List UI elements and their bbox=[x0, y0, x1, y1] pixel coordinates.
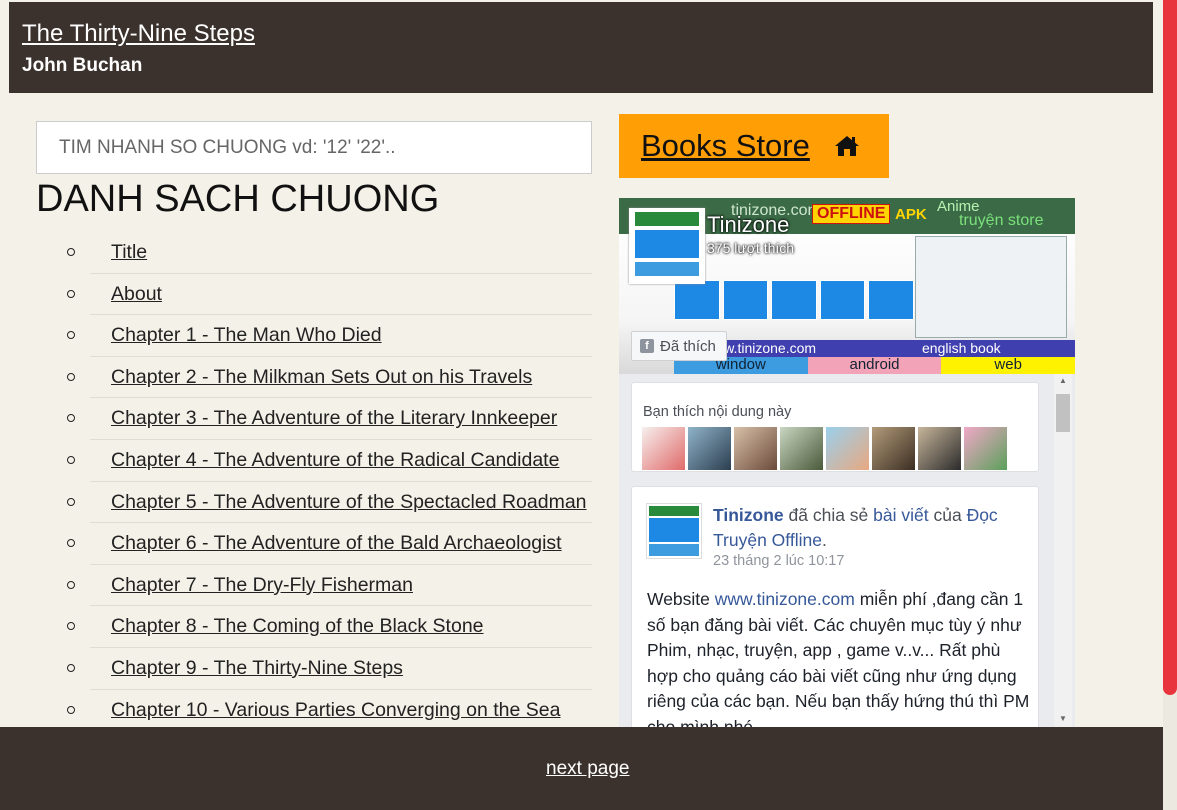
list-item: Chapter 5 - The Adventure of the Spectac… bbox=[67, 482, 592, 524]
friends-like-card: Bạn thích nội dung này bbox=[631, 382, 1039, 472]
friend-avatar[interactable] bbox=[780, 427, 823, 470]
cover-english-text: english book bbox=[922, 340, 1001, 356]
feed-scrollbar[interactable]: ▲ ▼ bbox=[1054, 374, 1072, 728]
post-body-text: miễn phí ,đang cần 1 số bạn đăng bài viế… bbox=[647, 589, 1030, 728]
facebook-cover-image[interactable]: tinizone.com OFFLINE APK Anime truyện st… bbox=[619, 198, 1075, 374]
post-author-avatar[interactable] bbox=[646, 503, 702, 559]
list-item: Chapter 8 - The Coming of the Black Ston… bbox=[67, 606, 592, 648]
next-page-link[interactable]: next page bbox=[546, 758, 629, 780]
chapter-link[interactable]: Chapter 8 - The Coming of the Black Ston… bbox=[111, 615, 484, 638]
chapter-link[interactable]: Chapter 7 - The Dry-Fly Fisherman bbox=[111, 574, 413, 597]
bullet-icon bbox=[67, 539, 75, 548]
bullet-icon bbox=[67, 622, 75, 631]
cover-truyen-text: truyện store bbox=[959, 212, 1044, 229]
friend-avatar[interactable] bbox=[918, 427, 961, 470]
chapter-link[interactable]: Chapter 5 - The Adventure of the Spectac… bbox=[111, 491, 587, 514]
list-item: Chapter 6 - The Adventure of the Bald Ar… bbox=[67, 523, 592, 565]
bullet-icon bbox=[67, 580, 75, 589]
facebook-like-count: 375 lượt thích bbox=[707, 240, 795, 256]
bullet-icon bbox=[67, 372, 75, 381]
cover-apk-text: APK bbox=[895, 206, 927, 223]
cover-url-bar: www.tinizone.com english book bbox=[674, 340, 1075, 357]
page-header: The Thirty-Nine Steps John Buchan bbox=[9, 2, 1153, 93]
chapter-search-input[interactable] bbox=[36, 121, 592, 174]
friend-avatar[interactable] bbox=[688, 427, 731, 470]
list-item: Chapter 9 - The Thirty-Nine Steps bbox=[67, 648, 592, 690]
book-title-link[interactable]: The Thirty-Nine Steps bbox=[22, 20, 255, 48]
list-item: About bbox=[67, 274, 592, 316]
chapter-link[interactable]: Chapter 3 - The Adventure of the Literar… bbox=[111, 407, 557, 430]
list-item: Chapter 1 - The Man Who Died bbox=[67, 315, 592, 357]
bullet-icon bbox=[67, 414, 75, 423]
cover-platform-bar: window android web bbox=[674, 357, 1075, 374]
bullet-icon bbox=[67, 497, 75, 506]
chapter-list-heading: DANH SACH CHUONG bbox=[36, 178, 440, 220]
post-of-text: của bbox=[928, 505, 967, 525]
facebook-liked-button[interactable]: f Đã thích bbox=[631, 331, 727, 361]
list-item: Chapter 7 - The Dry-Fly Fisherman bbox=[67, 565, 592, 607]
bullet-icon bbox=[67, 663, 75, 672]
post-header: Tinizone đã chia sẻ bài viết của Đọc Tru… bbox=[713, 503, 1033, 553]
post-timestamp[interactable]: 23 tháng 2 lúc 10:17 bbox=[713, 553, 844, 569]
facebook-page-name[interactable]: Tinizone bbox=[707, 212, 789, 238]
facebook-page-widget: tinizone.com OFFLINE APK Anime truyện st… bbox=[619, 198, 1075, 728]
friend-avatar[interactable] bbox=[964, 427, 1007, 470]
book-author: John Buchan bbox=[22, 55, 143, 76]
page-footer: next page bbox=[0, 727, 1163, 810]
friend-avatar[interactable] bbox=[826, 427, 869, 470]
chapter-link[interactable]: Chapter 10 - Various Parties Converging … bbox=[111, 699, 560, 722]
cover-app-tiles bbox=[674, 280, 914, 320]
post-action-text: đã chia sẻ bbox=[783, 505, 874, 525]
facebook-post: Tinizone đã chia sẻ bài viết của Đọc Tru… bbox=[631, 486, 1039, 728]
friend-avatars bbox=[642, 427, 1007, 470]
facebook-feed: Bạn thích nội dung này Tinizone đã chia … bbox=[619, 374, 1075, 728]
list-item: Chapter 4 - The Adventure of the Radical… bbox=[67, 440, 592, 482]
friend-avatar[interactable] bbox=[642, 427, 685, 470]
chapter-link[interactable]: Chapter 4 - The Adventure of the Radical… bbox=[111, 449, 559, 472]
cover-android-label: android bbox=[807, 357, 942, 374]
post-shared-link[interactable]: bài viết bbox=[873, 505, 928, 525]
friends-like-text: Bạn thích nội dung này bbox=[643, 404, 792, 420]
chapter-link[interactable]: Chapter 1 - The Man Who Died bbox=[111, 324, 382, 347]
friend-avatar[interactable] bbox=[734, 427, 777, 470]
bullet-icon bbox=[67, 289, 75, 298]
post-dot: . bbox=[821, 530, 827, 550]
home-icon bbox=[834, 136, 859, 156]
scroll-up-icon[interactable]: ▲ bbox=[1059, 376, 1067, 385]
scroll-down-icon[interactable]: ▼ bbox=[1059, 714, 1067, 723]
chapter-link[interactable]: Chapter 9 - The Thirty-Nine Steps bbox=[111, 657, 403, 680]
chapter-link[interactable]: Title bbox=[111, 241, 147, 264]
list-item: Chapter 3 - The Adventure of the Literar… bbox=[67, 398, 592, 440]
chapter-link[interactable]: Chapter 2 - The Milkman Sets Out on his … bbox=[111, 366, 532, 389]
chapter-link[interactable]: About bbox=[111, 283, 162, 306]
books-store-button[interactable]: Books Store bbox=[619, 114, 889, 178]
list-item: Chapter 2 - The Milkman Sets Out on his … bbox=[67, 357, 592, 399]
cover-web-label: web bbox=[941, 357, 1075, 374]
books-store-label: Books Store bbox=[641, 128, 810, 163]
scrollbar-thumb[interactable] bbox=[1163, 0, 1177, 695]
liked-label: Đã thích bbox=[660, 337, 716, 355]
post-body-link[interactable]: www.tinizone.com bbox=[715, 589, 855, 609]
chapter-list: Title About Chapter 1 - The Man Who Died… bbox=[67, 232, 592, 732]
bullet-icon bbox=[67, 705, 75, 714]
bullet-icon bbox=[67, 248, 75, 256]
bullet-icon bbox=[67, 331, 75, 340]
friend-avatar[interactable] bbox=[872, 427, 915, 470]
chapter-link[interactable]: Chapter 6 - The Adventure of the Bald Ar… bbox=[111, 532, 562, 555]
cover-window-screenshot bbox=[915, 236, 1067, 338]
facebook-icon: f bbox=[640, 339, 654, 353]
list-item: Chapter 10 - Various Parties Converging … bbox=[67, 690, 592, 732]
post-body: Website www.tinizone.com miễn phí ,đang … bbox=[647, 587, 1032, 728]
post-body-prefix: Website bbox=[647, 589, 715, 609]
page-avatar[interactable] bbox=[629, 208, 705, 284]
list-item: Title bbox=[67, 232, 592, 274]
bullet-icon bbox=[67, 455, 75, 464]
feed-scrollbar-thumb[interactable] bbox=[1056, 394, 1070, 432]
cover-offline-badge: OFFLINE bbox=[812, 204, 891, 224]
post-author-link[interactable]: Tinizone bbox=[713, 505, 784, 525]
